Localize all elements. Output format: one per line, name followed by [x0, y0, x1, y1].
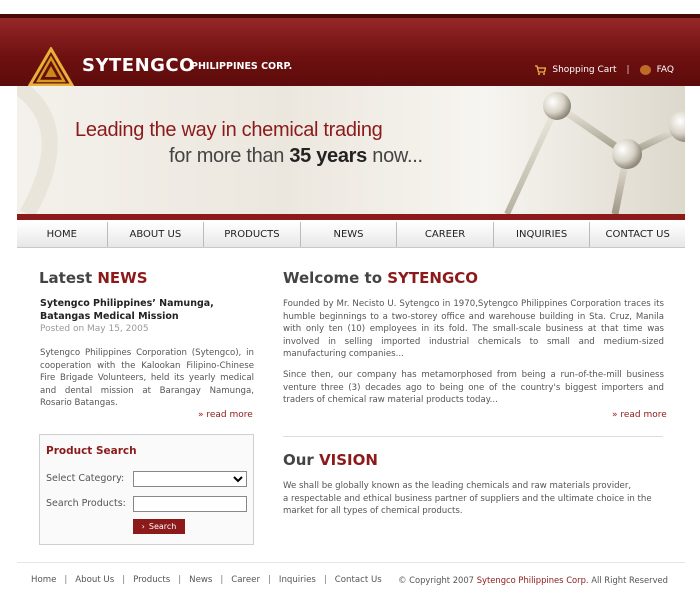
- latest-news-title: Latest NEWS: [39, 269, 148, 287]
- site-header: SYTENGCO PHILIPPINES CORP. Shopping Cart…: [0, 14, 700, 87]
- vision-title-plain: Our: [283, 451, 320, 469]
- footer-separator: |: [220, 575, 224, 585]
- footer-link-contact-us[interactable]: Contact Us: [335, 575, 382, 585]
- welcome-title-highlight: SYTENGCO: [387, 269, 479, 287]
- shopping-cart-link[interactable]: Shopping Cart: [552, 65, 616, 75]
- triangle-logo-icon: [28, 47, 74, 87]
- footer-divider: [17, 562, 685, 563]
- top-links: Shopping Cart | FAQ: [535, 65, 674, 75]
- product-search-box: Product Search Select Category: Search P…: [39, 434, 254, 545]
- hero-subheadline: for more than 35 years now...: [169, 145, 423, 168]
- footer-link-about-us[interactable]: About Us: [75, 575, 114, 585]
- nav-home[interactable]: HOME: [17, 222, 108, 247]
- search-button-label: Search: [148, 522, 177, 531]
- search-products-input[interactable]: [133, 496, 247, 512]
- main-nav: HOME ABOUT US PRODUCTS NEWS CAREER INQUI…: [17, 222, 685, 248]
- cart-icon[interactable]: [535, 65, 547, 75]
- select-category-label: Select Category:: [46, 473, 125, 484]
- footer-link-home[interactable]: Home: [31, 575, 56, 585]
- product-search-title: Product Search: [46, 445, 137, 457]
- welcome-paragraph-2: Since then, our company has metamorphose…: [283, 370, 664, 405]
- footer-separator: |: [64, 575, 68, 585]
- nav-news[interactable]: NEWS: [301, 222, 398, 247]
- footer-link-news[interactable]: News: [189, 575, 212, 585]
- nav-inquiries[interactable]: INQUIRIES: [494, 222, 591, 247]
- footer-separator: |: [323, 575, 327, 585]
- nav-about-us[interactable]: ABOUT US: [108, 222, 205, 247]
- footer-separator: |: [122, 575, 126, 585]
- welcome-title: Welcome to SYTENGCO: [283, 269, 478, 287]
- faq-link[interactable]: FAQ: [657, 65, 674, 75]
- news-read-more-link[interactable]: » read more: [198, 410, 253, 420]
- brand-name[interactable]: SYTENGCO: [82, 55, 195, 76]
- news-date: Posted on May 15, 2005: [40, 324, 149, 334]
- news-body: Sytengco Philippines Corporation (Syteng…: [40, 348, 254, 408]
- hero-banner: Leading the way in chemical trading for …: [17, 86, 685, 214]
- footer-link-inquiries[interactable]: Inquiries: [279, 575, 316, 585]
- nav-contact-us[interactable]: CONTACT US: [590, 222, 685, 247]
- hero-headline: Leading the way in chemical trading: [75, 119, 383, 141]
- news-headline[interactable]: Sytengco Philippines’ Namunga, Batangas …: [40, 297, 255, 323]
- hero-sub-prefix: for more than: [169, 145, 290, 167]
- footer-link-products[interactable]: Products: [133, 575, 170, 585]
- search-products-label: Search Products:: [46, 498, 126, 509]
- vision-title-highlight: VISION: [319, 451, 378, 469]
- header-stripe: [0, 14, 700, 18]
- hero-sub-suffix: now...: [367, 145, 423, 167]
- latest-news-title-highlight: NEWS: [97, 269, 148, 287]
- welcome-read-more-link[interactable]: » read more: [612, 410, 667, 420]
- vision-line-1: We shall be globally known as the leadin…: [283, 481, 632, 491]
- footer-separator: |: [178, 575, 182, 585]
- nav-career[interactable]: CAREER: [397, 222, 494, 247]
- footer-links: Home | About Us | Products | News | Career | …: [31, 575, 382, 585]
- copyright: © Copyright 2007 Sytengco Philippines Co…: [398, 575, 668, 585]
- hero-bottom-bar: [17, 214, 685, 220]
- category-select[interactable]: [133, 471, 247, 487]
- vision-line-2: a respectable and ethical business partn…: [283, 493, 652, 517]
- hero-sub-bold: 35 years: [289, 145, 367, 167]
- chevron-right-icon: ›: [141, 522, 145, 531]
- vision-body: We shall be globally known as the leadin…: [283, 480, 667, 518]
- nav-products[interactable]: PRODUCTS: [204, 222, 301, 247]
- footer-separator: |: [268, 575, 271, 585]
- welcome-title-plain: Welcome to: [283, 269, 388, 287]
- copyright-prefix: © Copyright 2007: [398, 575, 477, 585]
- welcome-paragraph-1: Founded by Mr. Necisto U. Sytengco in 19…: [283, 299, 664, 359]
- top-links-separator: |: [626, 65, 630, 75]
- footer-link-career[interactable]: Career: [231, 575, 260, 585]
- search-button[interactable]: › Search: [133, 519, 185, 534]
- copyright-company: Sytengco Philippines Corp.: [476, 575, 589, 585]
- copyright-suffix: All Right Reserved: [588, 575, 668, 585]
- latest-news-title-plain: Latest: [39, 269, 98, 287]
- top-strip: [0, 0, 700, 14]
- vision-title: Our VISION: [283, 451, 378, 469]
- faq-icon[interactable]: [639, 65, 651, 75]
- brand-subtitle: PHILIPPINES CORP.: [191, 61, 293, 72]
- content-divider: [283, 436, 663, 437]
